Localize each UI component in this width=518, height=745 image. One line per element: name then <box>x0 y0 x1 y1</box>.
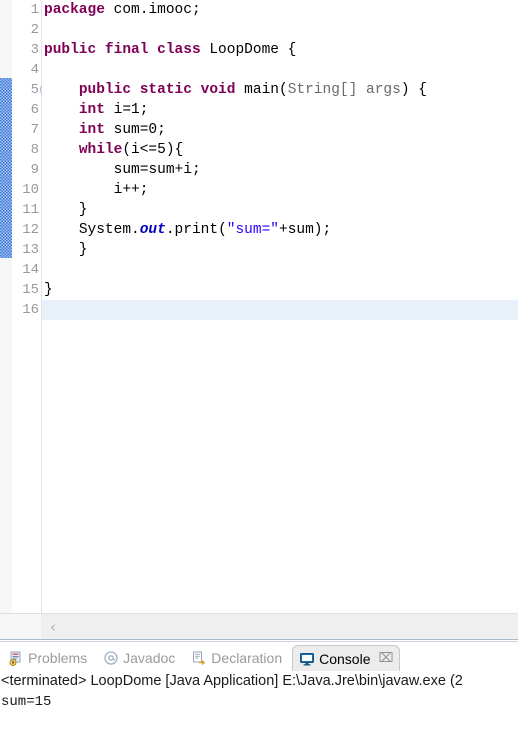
code-line[interactable]: i++; <box>42 180 518 200</box>
line-number: 15 <box>22 282 39 298</box>
line-number: 5 <box>12 80 51 100</box>
line-number: 1 <box>30 2 39 18</box>
bottom-panel: Problems Javadoc Declaration Console ⌧ <term… <box>0 639 518 745</box>
line-number: 12 <box>22 222 39 238</box>
view-tab-bar[interactable]: Problems Javadoc Declaration Console ⌧ <box>0 643 518 671</box>
code-line[interactable] <box>42 260 518 280</box>
code-line[interactable]: sum=sum+i; <box>42 160 518 180</box>
code-line[interactable] <box>42 20 518 40</box>
console-status-line: <terminated> LoopDome [Java Application]… <box>1 673 463 689</box>
code-editor[interactable]: 1 2 3 4 5 6 7 8 9 10 11 12 13 14 15 16 package com.imoo… <box>0 0 518 613</box>
line-number: 3 <box>30 42 39 58</box>
line-number: 11 <box>22 202 39 218</box>
code-line[interactable]: } <box>42 240 518 260</box>
code-line[interactable]: } <box>42 200 518 220</box>
line-number: 14 <box>22 262 39 278</box>
line-number: 10 <box>22 182 39 198</box>
code-line[interactable] <box>42 300 518 320</box>
line-number: 2 <box>30 22 39 38</box>
javadoc-icon <box>103 650 119 666</box>
line-number: 16 <box>22 302 39 318</box>
declaration-icon <box>191 650 207 666</box>
tab-label: Javadoc <box>123 650 176 666</box>
close-icon[interactable]: ⌧ <box>379 651 394 666</box>
code-line[interactable]: System.out.print("sum="+sum); <box>42 220 518 240</box>
tab-label: Declaration <box>211 650 283 666</box>
line-number: 8 <box>30 142 39 158</box>
code-line[interactable]: package com.imooc; <box>42 0 518 20</box>
code-text-area[interactable]: package com.imooc; public final class Lo… <box>42 0 518 613</box>
code-line[interactable]: public final class LoopDome { <box>42 40 518 60</box>
problems-icon <box>8 650 24 666</box>
changed-lines-marker <box>0 78 12 258</box>
scrollbar-track[interactable] <box>41 614 518 640</box>
panel-top-divider <box>0 639 518 642</box>
code-line[interactable]: int i=1; <box>42 100 518 120</box>
tab-problems[interactable]: Problems <box>2 645 93 671</box>
line-number: 9 <box>30 162 39 178</box>
console-output[interactable]: <terminated> LoopDome [Java Application]… <box>0 671 518 745</box>
code-line[interactable]: public static void main(String[] args) { <box>42 80 518 100</box>
tab-console[interactable]: Console ⌧ <box>292 645 401 671</box>
console-icon <box>299 651 315 667</box>
tab-label: Problems <box>28 650 88 666</box>
console-output-line: sum=15 <box>1 694 52 710</box>
line-number-gutter[interactable]: 1 2 3 4 5 6 7 8 9 10 11 12 13 14 15 16 <box>12 0 51 613</box>
tab-label: Console <box>319 650 371 667</box>
line-number: 4 <box>30 62 39 78</box>
line-number: 13 <box>22 242 39 258</box>
code-line[interactable]: } <box>42 280 518 300</box>
code-line[interactable] <box>42 60 518 80</box>
line-number: 7 <box>30 122 39 138</box>
tab-javadoc[interactable]: Javadoc <box>97 645 181 671</box>
tab-declaration[interactable]: Declaration <box>185 645 288 671</box>
editor-horizontal-scrollbar[interactable]: ‹ <box>0 613 518 640</box>
line-number: 6 <box>30 102 39 118</box>
code-line[interactable]: while(i<=5){ <box>42 140 518 160</box>
chevron-left-icon[interactable]: ‹ <box>46 619 60 635</box>
code-line[interactable]: int sum=0; <box>42 120 518 140</box>
